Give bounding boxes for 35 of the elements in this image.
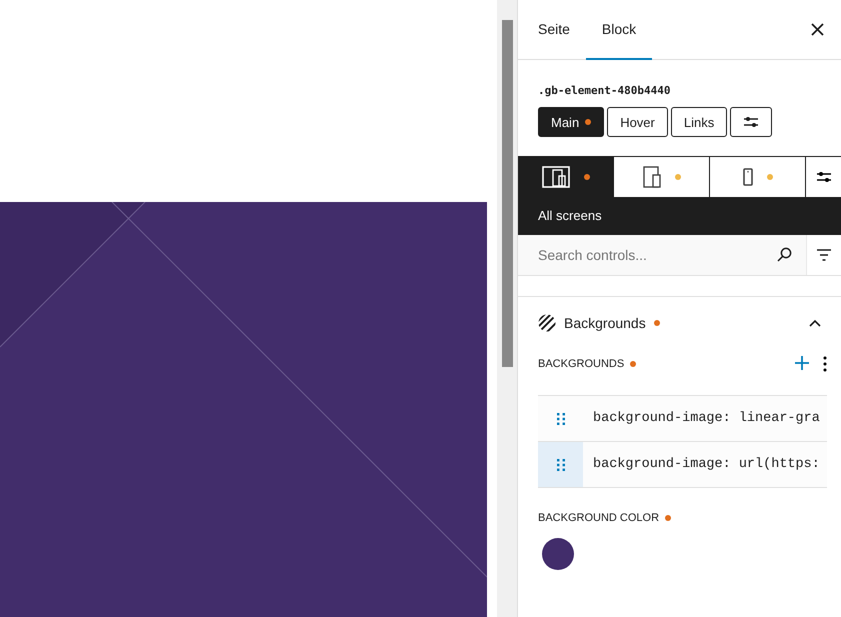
kebab-icon bbox=[823, 356, 827, 372]
search-icon bbox=[777, 247, 792, 262]
state-button[interactable]: Hover bbox=[607, 107, 668, 137]
chevron-icon bbox=[809, 319, 821, 327]
settings-button[interactable] bbox=[730, 107, 772, 137]
plus-icon bbox=[795, 356, 809, 370]
sliders-icon bbox=[816, 170, 832, 184]
close-icon bbox=[810, 23, 824, 36]
section-label: BACKGROUND COLOR bbox=[538, 512, 660, 524]
panel-title: Backgrounds bbox=[564, 315, 646, 331]
section-label: BACKGROUNDS bbox=[538, 358, 624, 370]
sidebar-tab[interactable]: Block bbox=[586, 0, 652, 60]
screens-icon bbox=[542, 166, 570, 188]
color-swatch[interactable] bbox=[542, 538, 574, 570]
more-options-button[interactable] bbox=[823, 356, 827, 372]
drag-dots-icon bbox=[556, 458, 564, 470]
drag-handle[interactable] bbox=[538, 442, 583, 487]
modified-dot bbox=[665, 515, 672, 521]
search-field[interactable]: Search controls... bbox=[518, 235, 806, 275]
device-tab[interactable] bbox=[518, 157, 614, 197]
device-label: All screens bbox=[518, 197, 841, 235]
phone-icon bbox=[742, 168, 752, 186]
background-layer-code: background-image: url(https: bbox=[592, 456, 820, 474]
sidebar-tab[interactable]: Seite bbox=[522, 0, 586, 60]
state-button[interactable]: Main bbox=[538, 107, 604, 137]
filter-icon bbox=[817, 249, 831, 261]
state-button[interactable]: Links bbox=[670, 107, 728, 137]
sliders-icon bbox=[743, 115, 760, 129]
tablet-phone-icon bbox=[642, 166, 660, 188]
modified-dot bbox=[630, 361, 636, 367]
collapse-button[interactable] bbox=[809, 319, 821, 327]
drag-dots-icon bbox=[556, 412, 564, 424]
background-layer-code: background-image: linear-gra bbox=[592, 410, 820, 428]
css-selector: .gb-element-480b4440 bbox=[537, 83, 672, 99]
scrollbar-thumb[interactable] bbox=[502, 20, 512, 367]
